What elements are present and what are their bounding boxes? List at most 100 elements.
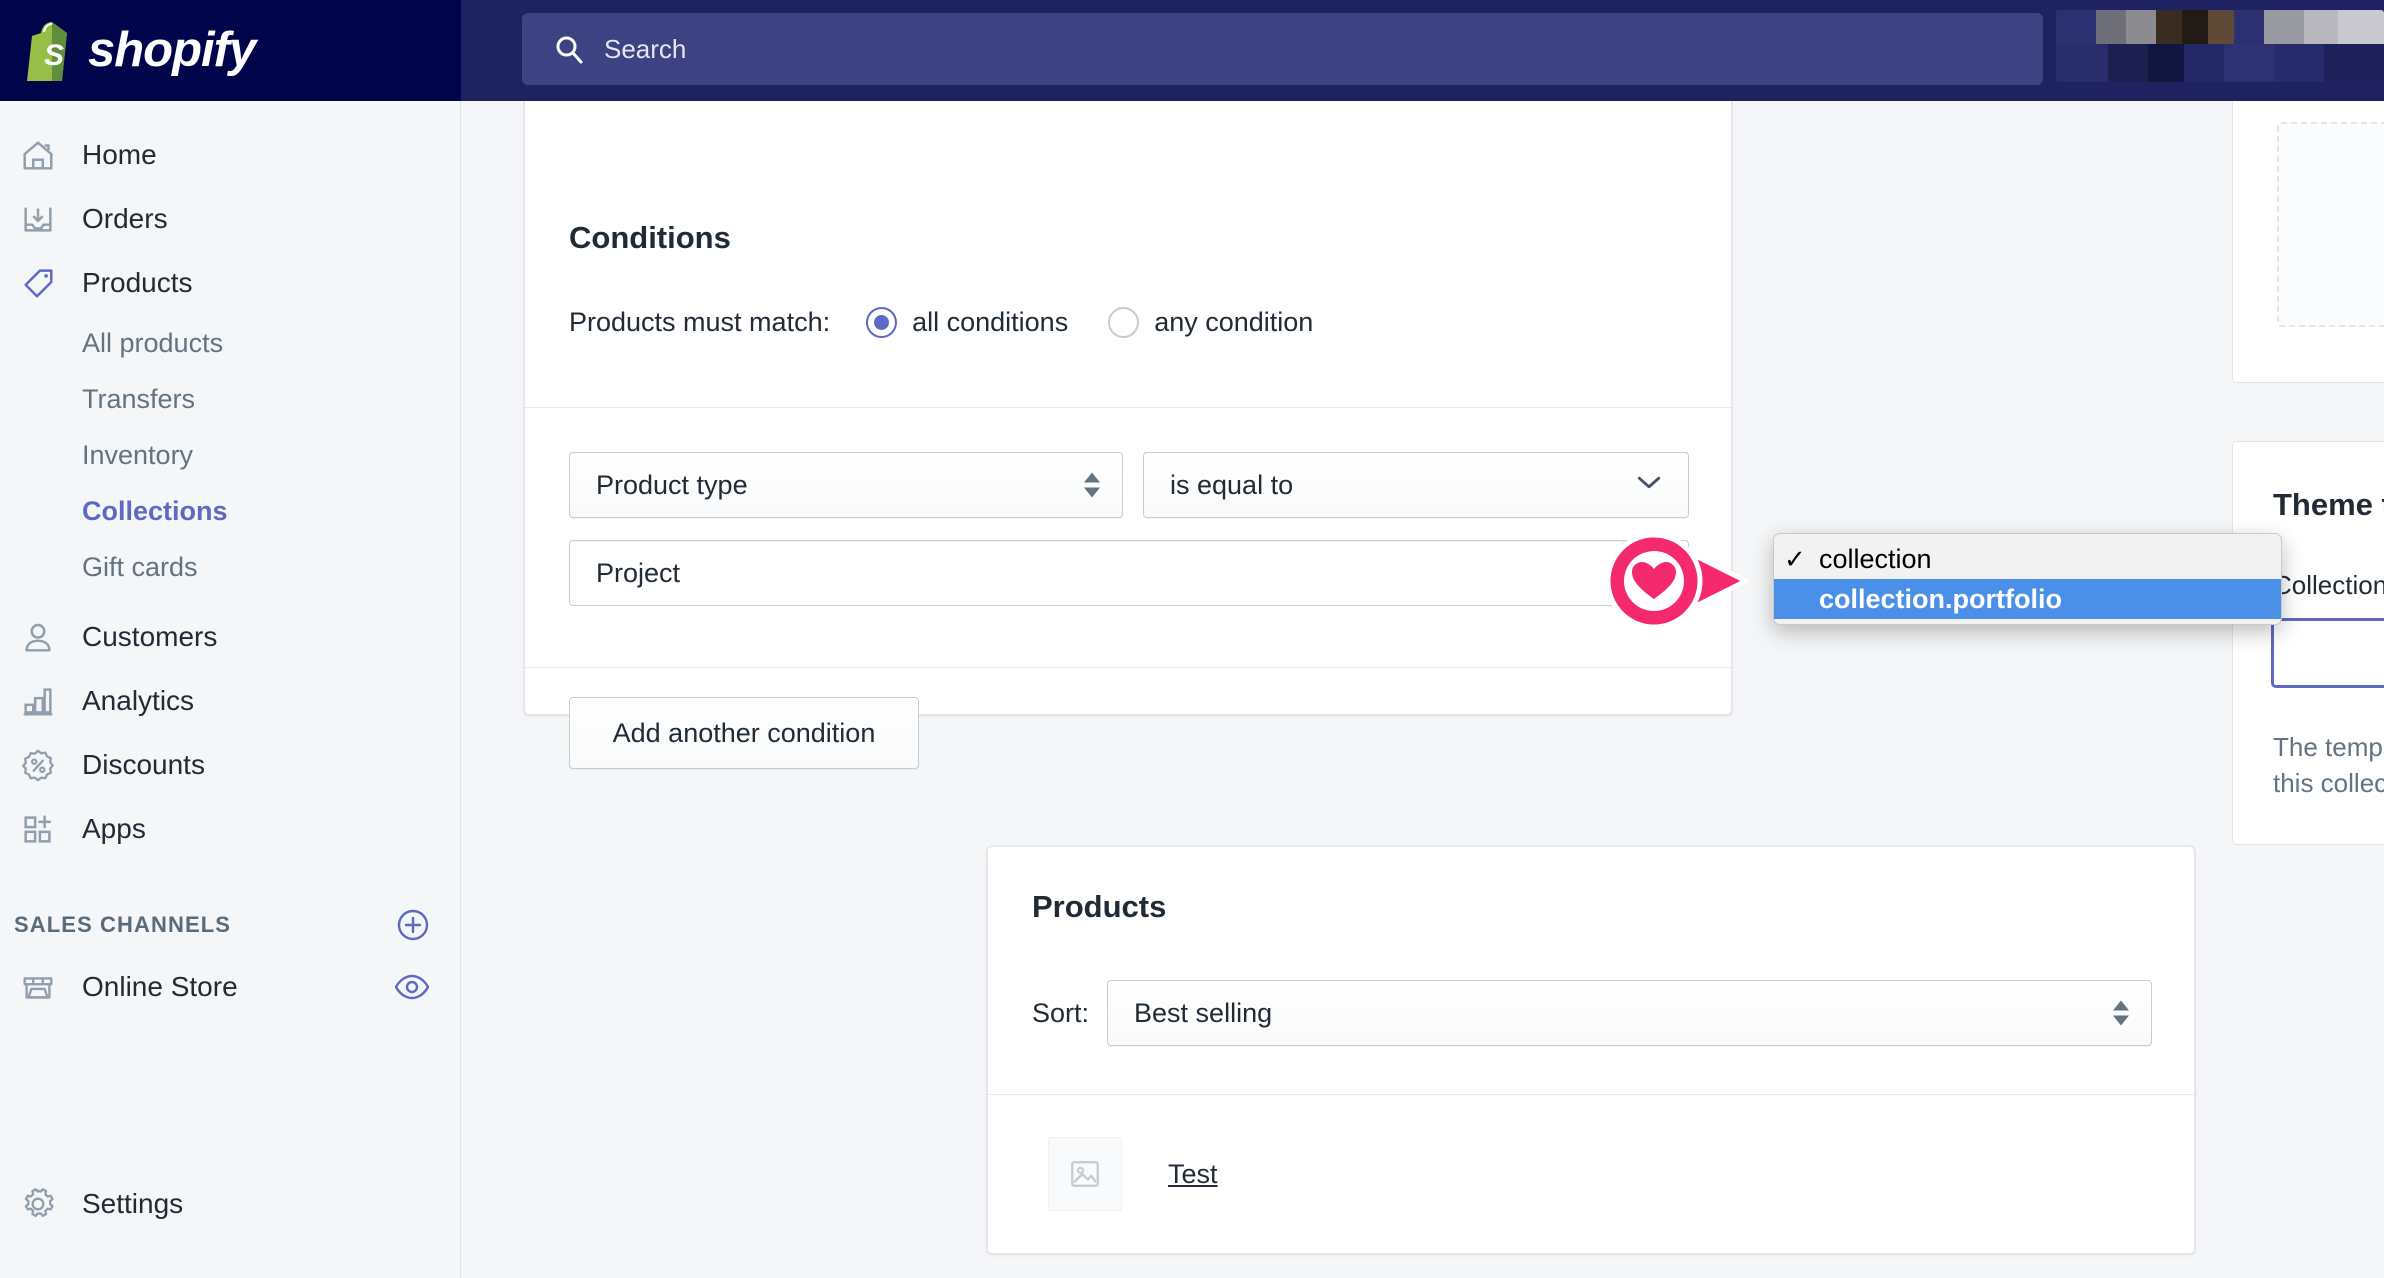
sort-select[interactable]: Best selling bbox=[1107, 980, 2153, 1046]
sort-row: Sort: Best selling bbox=[1032, 980, 2153, 1046]
apps-grid-plus-icon bbox=[14, 805, 62, 853]
condition-field-select[interactable]: Product type bbox=[569, 452, 1123, 518]
condition-operator-select[interactable]: is equal to bbox=[1143, 452, 1689, 518]
check-icon: ✓ bbox=[1784, 543, 1806, 574]
sort-label: Sort: bbox=[1032, 997, 1090, 1028]
add-another-condition-button[interactable]: Add another condition bbox=[569, 697, 919, 769]
radio-any-condition[interactable]: any condition bbox=[1108, 307, 1313, 338]
radio-all-conditions[interactable]: all conditions bbox=[866, 307, 1068, 338]
condition-field-value: Product type bbox=[596, 469, 748, 500]
search-placeholder: Search bbox=[604, 33, 687, 64]
sidebar-item-label: Apps bbox=[82, 813, 146, 844]
search-icon bbox=[554, 34, 584, 64]
products-tag-icon bbox=[14, 259, 62, 307]
sidebar-item-label: Settings bbox=[82, 1188, 184, 1219]
orders-inbox-icon bbox=[14, 195, 62, 243]
sidebar-subitem-all-products[interactable]: All products bbox=[0, 315, 460, 371]
main-content: Conditions Products must match: all cond… bbox=[462, 101, 2384, 1278]
sidebar-item-online-store[interactable]: Online Store bbox=[0, 955, 460, 1019]
divider bbox=[988, 1094, 2194, 1095]
sidebar-subitem-inventory[interactable]: Inventory bbox=[0, 427, 460, 483]
sort-value: Best selling bbox=[1134, 997, 1273, 1028]
collection-template-helper-text: The template customers see when viewing … bbox=[2273, 732, 2384, 798]
dropdown-option-collection[interactable]: ✓ collection bbox=[1774, 539, 2281, 579]
sidebar-subitem-label: All products bbox=[82, 327, 224, 358]
chevron-updown-icon bbox=[2113, 1000, 2130, 1026]
radio-all-conditions-label: all conditions bbox=[912, 307, 1069, 337]
storefront-icon bbox=[14, 963, 62, 1011]
sidebar-item-apps[interactable]: Apps bbox=[0, 797, 460, 861]
divider bbox=[525, 407, 1731, 408]
condition-value-input[interactable]: Project bbox=[569, 540, 1689, 606]
sidebar-item-settings[interactable]: Settings bbox=[0, 1172, 461, 1236]
image-placeholder-icon bbox=[1048, 1137, 1122, 1211]
list-item[interactable]: Test bbox=[1048, 1137, 1218, 1211]
collection-template-select[interactable] bbox=[2271, 618, 2384, 688]
plus-circle-icon[interactable] bbox=[396, 908, 430, 942]
search-input[interactable]: Search bbox=[522, 13, 2043, 85]
products-card: Products Sort: Best selling Test bbox=[987, 846, 2195, 1254]
sidebar-item-label: Orders bbox=[82, 203, 168, 234]
sidebar-item-label: Analytics bbox=[82, 685, 195, 716]
sidebar-item-label: Online Store bbox=[82, 971, 238, 1002]
collection-image-card: Upload image bbox=[2232, 101, 2384, 383]
products-heading: Products bbox=[1032, 889, 1167, 924]
sidebar-item-products[interactable]: Products bbox=[0, 251, 460, 315]
eye-icon[interactable] bbox=[394, 974, 430, 1000]
discount-badge-icon bbox=[14, 741, 62, 789]
condition-operator-value: is equal to bbox=[1170, 469, 1294, 500]
sales-channels-header: SALES CHANNELS bbox=[0, 895, 460, 955]
theme-templates-card: Theme templates Collection template The … bbox=[2232, 441, 2384, 845]
products-match-label: Products must match: bbox=[569, 307, 831, 337]
sidebar-item-label: Customers bbox=[82, 621, 218, 652]
brand-logo[interactable]: S shopify bbox=[0, 0, 461, 101]
brand-name: shopify bbox=[88, 23, 256, 77]
sidebar-subitem-label: Transfers bbox=[82, 383, 196, 414]
sidebar-subitem-label: Gift cards bbox=[82, 551, 198, 582]
chevron-down-icon bbox=[1636, 474, 1662, 497]
radio-any-condition-input[interactable] bbox=[1108, 307, 1140, 338]
condition-value-stepper[interactable] bbox=[1622, 541, 1688, 605]
svg-text:S: S bbox=[44, 39, 64, 72]
sales-channels-label: SALES CHANNELS bbox=[14, 912, 232, 937]
image-dropzone[interactable] bbox=[2277, 122, 2384, 327]
sidebar-item-home[interactable]: Home bbox=[0, 123, 460, 187]
sidebar-item-label: Products bbox=[82, 267, 193, 298]
products-match-row: Products must match: all conditions any … bbox=[569, 307, 1313, 338]
analytics-bars-icon bbox=[14, 677, 62, 725]
dropdown-option-label: collection.portfolio bbox=[1819, 583, 2062, 614]
theme-templates-heading: Theme templates bbox=[2273, 487, 2384, 522]
customer-person-icon bbox=[14, 613, 62, 661]
collection-template-dropdown[interactable]: ✓ collection collection.portfolio bbox=[1773, 533, 2282, 625]
sidebar-subitem-label: Collections bbox=[82, 495, 228, 526]
sidebar-subitem-label: Inventory bbox=[82, 439, 194, 470]
settings-row[interactable]: Settings bbox=[0, 1172, 461, 1236]
sidebar-item-orders[interactable]: Orders bbox=[0, 187, 460, 251]
sidebar-subitem-collections[interactable]: Collections bbox=[0, 483, 460, 539]
sidebar-subitem-transfers[interactable]: Transfers bbox=[0, 371, 460, 427]
collection-template-label: Collection template bbox=[2273, 570, 2384, 600]
product-link[interactable]: Test bbox=[1168, 1159, 1218, 1190]
condition-value-text: Project bbox=[596, 557, 681, 588]
sidebar-item-discounts[interactable]: Discounts bbox=[0, 733, 460, 797]
top-bar-right: Search bbox=[461, 0, 2384, 101]
dropdown-option-label: collection bbox=[1819, 543, 1932, 574]
dropdown-option-collection-portfolio[interactable]: collection.portfolio bbox=[1774, 579, 2281, 619]
user-avatar[interactable] bbox=[2056, 10, 2384, 82]
conditions-heading: Conditions bbox=[569, 220, 731, 255]
top-bar: S shopify Search bbox=[0, 0, 2384, 101]
radio-all-conditions-input[interactable] bbox=[866, 307, 898, 338]
conditions-card: Conditions Products must match: all cond… bbox=[524, 101, 1732, 769]
divider bbox=[525, 667, 1731, 668]
sidebar: Home Orders Products All products Transf… bbox=[0, 101, 461, 1278]
chevron-updown-icon bbox=[1084, 472, 1100, 498]
shopify-bag-icon: S bbox=[22, 19, 78, 83]
sidebar-item-label: Home bbox=[82, 139, 157, 170]
radio-any-condition-label: any condition bbox=[1154, 307, 1314, 337]
gear-icon bbox=[14, 1180, 62, 1228]
home-icon bbox=[14, 131, 62, 179]
sidebar-item-customers[interactable]: Customers bbox=[0, 605, 460, 669]
sidebar-item-analytics[interactable]: Analytics bbox=[0, 669, 460, 733]
sidebar-subitem-gift-cards[interactable]: Gift cards bbox=[0, 539, 460, 595]
sidebar-item-label: Discounts bbox=[82, 749, 205, 780]
